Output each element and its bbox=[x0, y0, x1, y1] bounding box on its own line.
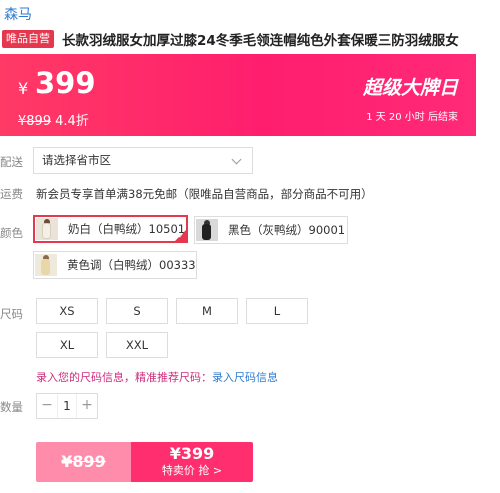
chevron-down-icon bbox=[231, 154, 242, 165]
quantity-stepper: − 1 + bbox=[36, 393, 98, 419]
size-option-xl[interactable]: XL bbox=[36, 332, 98, 358]
sale-price: 399 bbox=[35, 66, 96, 100]
buy-button[interactable]: ¥899 ¥399 特卖价 抢 > bbox=[36, 442, 253, 482]
buy-original-price: ¥899 bbox=[61, 452, 106, 471]
size-option-xxl[interactable]: XXL bbox=[106, 332, 168, 358]
product-thumbnail-icon bbox=[36, 218, 58, 240]
product-title-row: 唯品自营 长款羽绒服女加厚过膝24冬季毛领连帽纯色外套保暖三防羽绒服女 bbox=[0, 28, 500, 50]
color-option-label: 黑色（灰鸭绒）90001 bbox=[228, 223, 346, 237]
brand-link[interactable]: 森马 bbox=[4, 4, 32, 24]
buy-now-panel[interactable]: ¥399 特卖价 抢 > bbox=[131, 442, 253, 482]
minus-button[interactable]: − bbox=[37, 394, 57, 418]
price-banner: ¥ 399 ¥899 4.4折 超级大牌日 1 天 20 小时 后结束 bbox=[0, 54, 476, 136]
size-info-link[interactable]: 录入尺码信息 bbox=[212, 371, 278, 384]
color-option-cream-white[interactable]: 奶白（白鸭绒）10501 ✓ bbox=[33, 215, 188, 243]
original-price-row: ¥899 4.4折 bbox=[18, 110, 89, 129]
delivery-label: 配送 bbox=[0, 155, 23, 169]
size-info-text: 录入您的尺码信息，精准推荐尺码： bbox=[36, 371, 212, 384]
discount-rate: 4.4折 bbox=[55, 114, 89, 129]
buy-price: ¥399 bbox=[169, 444, 215, 463]
buy-label: 特卖价 抢 > bbox=[161, 464, 223, 477]
size-option-l[interactable]: L bbox=[246, 298, 308, 324]
color-label: 颜色 bbox=[0, 226, 23, 240]
size-info-prompt: 录入您的尺码信息，精准推荐尺码：录入尺码信息 bbox=[36, 369, 278, 385]
product-thumbnail-icon bbox=[35, 254, 57, 276]
promo-title: 超级大牌日 bbox=[362, 77, 458, 99]
countdown-timer: 1 天 20 小时 后结束 bbox=[366, 112, 458, 123]
original-price: ¥899 bbox=[18, 114, 52, 129]
product-title: 长款羽绒服女加厚过膝24冬季毛领连帽纯色外套保暖三防羽绒服女 bbox=[62, 33, 459, 49]
color-option-yellow[interactable]: 黄色调（白鸭绒）00333 bbox=[33, 251, 197, 279]
buy-original-price-panel: ¥899 bbox=[36, 442, 131, 482]
size-option-xs[interactable]: XS bbox=[36, 298, 98, 324]
region-select-placeholder: 请选择省市区 bbox=[42, 153, 111, 167]
self-operated-tag: 唯品自营 bbox=[2, 30, 54, 48]
quantity-label: 数量 bbox=[0, 400, 23, 414]
currency-symbol: ¥ bbox=[18, 79, 29, 98]
shipping-info: 新会员专享首单满38元免邮（限唯品自营商品，部分商品不可用） bbox=[36, 187, 373, 201]
product-thumbnail-icon bbox=[196, 219, 218, 241]
size-label: 尺码 bbox=[0, 307, 23, 321]
size-option-m[interactable]: M bbox=[176, 298, 238, 324]
region-select[interactable]: 请选择省市区 bbox=[33, 147, 253, 174]
quantity-input[interactable]: 1 bbox=[57, 394, 77, 418]
shipping-label: 运费 bbox=[0, 187, 23, 201]
color-option-label: 奶白（白鸭绒）10501 bbox=[68, 222, 186, 236]
size-option-s[interactable]: S bbox=[106, 298, 168, 324]
plus-button[interactable]: + bbox=[77, 394, 97, 418]
color-option-black[interactable]: 黑色（灰鸭绒）90001 bbox=[194, 216, 348, 244]
color-option-label: 黄色调（白鸭绒）00333 bbox=[67, 258, 196, 272]
